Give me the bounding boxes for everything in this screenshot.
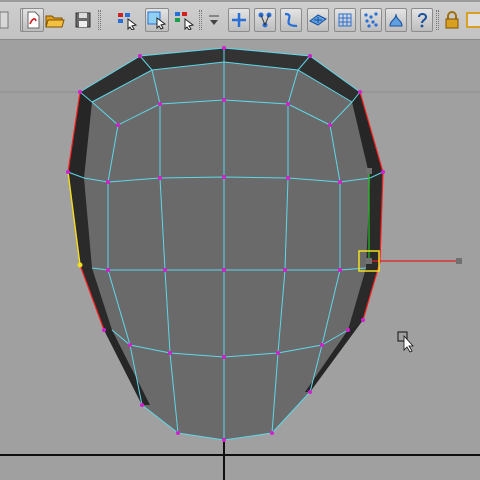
toolbar-edge-icon[interactable]: [0, 8, 10, 32]
viewport-canvas[interactable]: [0, 40, 480, 480]
manipulator-x-handle[interactable]: [456, 258, 462, 264]
select-object-icon[interactable]: [173, 8, 195, 32]
manipulator-center[interactable]: [366, 258, 372, 264]
select-region-icon[interactable]: [145, 8, 169, 32]
mesh-face: [68, 48, 383, 440]
toolbar: [0, 0, 480, 40]
snap-dropdown-icon[interactable]: [206, 8, 222, 32]
toolbar-separator: [436, 10, 439, 30]
particles-icon[interactable]: [360, 8, 382, 32]
move-icon[interactable]: [228, 8, 250, 32]
pointer-cursor-icon: [397, 331, 414, 353]
hierarchy-icon[interactable]: [254, 8, 276, 32]
manipulator-y-handle[interactable]: [366, 168, 372, 174]
curve-icon[interactable]: [280, 8, 302, 32]
select-by-name-icon[interactable]: [116, 8, 138, 32]
lock-icon[interactable]: [441, 8, 463, 32]
viewport[interactable]: [0, 40, 480, 480]
help-icon[interactable]: [411, 8, 433, 32]
toolbar-separator: [98, 10, 101, 30]
toolbar-top-edge: [0, 0, 480, 2]
toolbar-separator: [199, 10, 202, 30]
selected-vertex: [77, 262, 83, 268]
mesh-head[interactable]: [66, 46, 385, 442]
lattice-icon[interactable]: [334, 8, 356, 32]
fluid-icon[interactable]: [385, 8, 407, 32]
open-folder-icon[interactable]: [44, 8, 66, 32]
save-icon[interactable]: [72, 8, 94, 32]
pdf-icon[interactable]: [22, 8, 44, 32]
plane-icon[interactable]: [307, 8, 329, 32]
window-icon[interactable]: [465, 8, 480, 32]
